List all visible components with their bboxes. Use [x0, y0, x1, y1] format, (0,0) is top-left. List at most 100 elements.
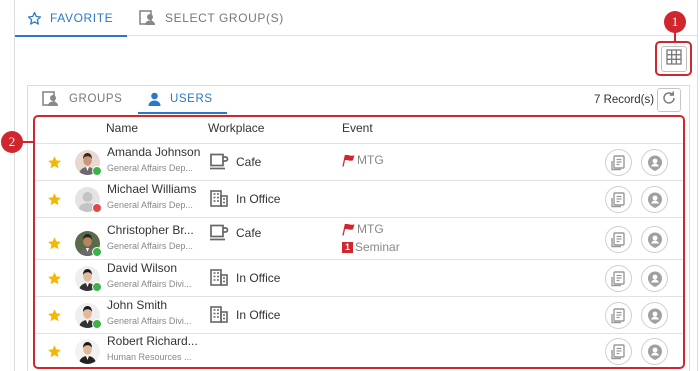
- event-item[interactable]: MTG: [342, 222, 384, 236]
- user-icon: [148, 92, 161, 106]
- profile-button[interactable]: [641, 265, 668, 292]
- user-row[interactable]: Christopher Br... General Affairs Dep... C…: [35, 217, 683, 259]
- office-building-icon: [210, 269, 228, 291]
- message-icon: [610, 191, 628, 209]
- tab-select-groups[interactable]: SELECT GROUP(S): [139, 0, 284, 36]
- message-icon: [610, 231, 628, 249]
- event-item[interactable]: 1 Seminar: [342, 240, 400, 254]
- message-button[interactable]: [605, 338, 632, 365]
- tab-users[interactable]: USERS: [138, 86, 227, 114]
- profile-icon: [646, 231, 664, 249]
- user-row[interactable]: John Smith General Affairs Divi... In Offi…: [35, 296, 683, 333]
- red-flag-icon: [342, 154, 356, 167]
- workplace-status: Cafe: [236, 155, 262, 169]
- user-name[interactable]: John Smith: [107, 298, 167, 312]
- message-icon: [610, 343, 628, 361]
- user-name[interactable]: Christopher Br...: [107, 223, 194, 237]
- column-header-workplace[interactable]: Workplace: [208, 121, 264, 135]
- online-status-icon: [92, 319, 102, 329]
- message-button[interactable]: [605, 265, 632, 292]
- favorite-star-icon[interactable]: [47, 271, 62, 291]
- profile-button[interactable]: [641, 302, 668, 329]
- user-name[interactable]: David Wilson: [107, 261, 177, 275]
- favorite-star-icon[interactable]: [47, 192, 62, 212]
- workplace-status: In Office: [236, 192, 281, 206]
- coffee-cup-icon: [210, 224, 229, 246]
- message-icon: [610, 270, 628, 288]
- profile-button[interactable]: [641, 338, 668, 365]
- refresh-icon: [661, 90, 677, 111]
- online-status-icon: [92, 166, 102, 176]
- sub-tab-bar: GROUPS USERS: [28, 86, 689, 114]
- event-label: MTG: [357, 222, 384, 236]
- favorite-star-icon[interactable]: [47, 236, 62, 256]
- tab-users-label: USERS: [170, 93, 213, 105]
- workplace-status: In Office: [236, 308, 281, 322]
- user-department: General Affairs Dep...: [107, 200, 193, 210]
- column-header-name[interactable]: Name: [106, 121, 138, 135]
- top-tab-bar: FAVORITE SELECT GROUP(S): [14, 0, 697, 37]
- tab-favorite-label: FAVORITE: [50, 11, 114, 25]
- user-name[interactable]: Amanda Johnson: [107, 145, 200, 159]
- favorite-star-icon[interactable]: [47, 155, 62, 175]
- favorite-star-icon[interactable]: [47, 344, 62, 364]
- office-building-icon: [210, 306, 228, 328]
- callout-badge-2: 2: [1, 131, 23, 153]
- frame-left-border: [14, 0, 15, 371]
- user-row[interactable]: David Wilson General Affairs Divi... In Of…: [35, 259, 683, 296]
- grid-view-button[interactable]: [661, 46, 687, 72]
- event-label: MTG: [357, 153, 384, 167]
- callout-line-2: [22, 141, 33, 143]
- group-icon: [139, 10, 157, 26]
- profile-button[interactable]: [641, 149, 668, 176]
- busy-status-icon: [92, 203, 102, 213]
- user-department: General Affairs Divi...: [107, 279, 192, 289]
- tab-groups[interactable]: GROUPS: [42, 86, 122, 112]
- user-department: Human Resources ...: [107, 352, 192, 362]
- online-status-icon: [92, 247, 102, 257]
- profile-icon: [646, 270, 664, 288]
- frame-right-border: [697, 0, 698, 371]
- star-outline-icon: [27, 11, 42, 26]
- tab-select-groups-label: SELECT GROUP(S): [165, 11, 284, 25]
- workplace-status: In Office: [236, 271, 281, 285]
- table-header: Name Workplace Event: [35, 117, 683, 141]
- favorite-star-icon[interactable]: [47, 308, 62, 328]
- office-building-icon: [210, 190, 228, 212]
- user-name[interactable]: Michael Williams: [107, 182, 196, 196]
- number-one-badge-icon: 1: [342, 241, 353, 253]
- group-icon: [42, 91, 60, 107]
- event-label: Seminar: [355, 240, 400, 254]
- user-name[interactable]: Robert Richard...: [107, 334, 198, 348]
- message-icon: [610, 154, 628, 172]
- message-button[interactable]: [605, 302, 632, 329]
- message-icon: [610, 307, 628, 325]
- profile-button[interactable]: [641, 226, 668, 253]
- user-row[interactable]: Amanda Johnson General Affairs Dep... Cafe…: [35, 143, 683, 180]
- user-row[interactable]: Michael Williams General Affairs Dep... In…: [35, 180, 683, 217]
- coffee-cup-icon: [210, 153, 229, 175]
- record-count: 7 Record(s): [594, 94, 655, 106]
- tab-favorite[interactable]: FAVORITE: [14, 0, 128, 37]
- user-department: General Affairs Divi...: [107, 316, 192, 326]
- red-flag-icon: [342, 223, 356, 236]
- avatar[interactable]: [75, 339, 100, 364]
- refresh-button[interactable]: [657, 88, 681, 112]
- message-button[interactable]: [605, 186, 632, 213]
- tab-groups-label: GROUPS: [69, 93, 123, 105]
- event-item[interactable]: MTG: [342, 153, 384, 167]
- message-button[interactable]: [605, 226, 632, 253]
- online-status-icon: [92, 282, 102, 292]
- profile-icon: [646, 343, 664, 361]
- user-row[interactable]: Robert Richard... Human Resources ...: [35, 333, 683, 368]
- message-button[interactable]: [605, 149, 632, 176]
- profile-icon: [646, 154, 664, 172]
- callout-badge-1: 1: [664, 11, 686, 33]
- user-department: General Affairs Dep...: [107, 163, 193, 173]
- profile-icon: [646, 191, 664, 209]
- column-header-event[interactable]: Event: [342, 121, 373, 135]
- user-department: General Affairs Dep...: [107, 241, 193, 251]
- profile-button[interactable]: [641, 186, 668, 213]
- profile-icon: [646, 307, 664, 325]
- workplace-status: Cafe: [236, 226, 262, 240]
